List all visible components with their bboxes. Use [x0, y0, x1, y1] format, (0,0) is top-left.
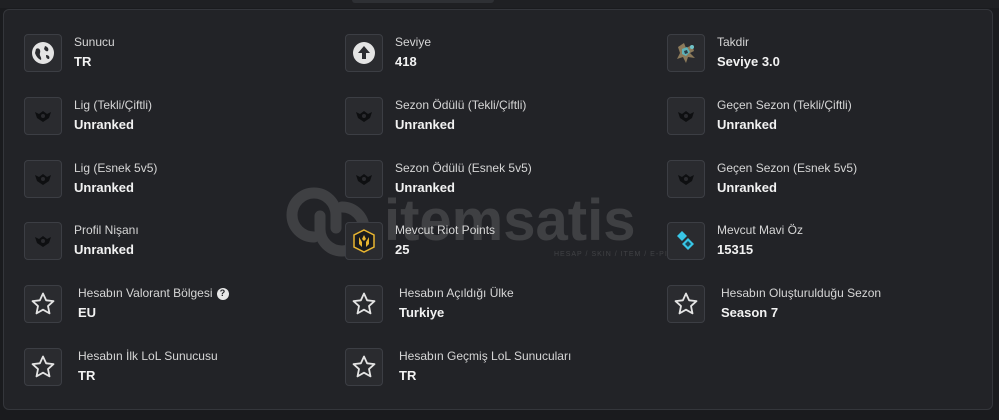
- field-profile-badge-icon-box: [24, 222, 62, 260]
- field-season-reward-solo-value: Unranked: [395, 117, 455, 132]
- field-server-icon-box: [24, 34, 62, 72]
- field-riot-points-icon-box: [345, 222, 383, 260]
- field-honor: Takdir Seviye 3.0: [667, 33, 780, 73]
- field-past-servers-icon-box: [345, 348, 383, 386]
- field-season-reward-solo-label: Sezon Ödülü (Tekli/Çiftli): [395, 98, 527, 112]
- field-valorant-region-icon-box: [24, 285, 62, 323]
- field-country-label: Hesabın Açıldığı Ülke: [399, 286, 514, 300]
- unranked-emblem-icon: [35, 111, 51, 122]
- field-last-season-solo-label: Geçen Sezon (Tekli/Çiftli): [717, 98, 852, 112]
- field-server: Sunucu TR: [24, 33, 115, 73]
- field-season-reward-flex: Sezon Ödülü (Esnek 5v5) Unranked: [345, 159, 532, 199]
- field-past-servers-label: Hesabın Geçmiş LoL Sunucuları: [399, 349, 572, 363]
- help-icon[interactable]: ?: [216, 287, 229, 300]
- field-season-reward-flex-label: Sezon Ödülü (Esnek 5v5): [395, 161, 532, 175]
- field-last-season-solo-icon-box: [667, 97, 705, 135]
- field-league-solo-value: Unranked: [74, 117, 134, 132]
- field-past-servers: Hesabın Geçmiş LoL Sunucuları TR: [345, 347, 571, 387]
- field-server-label: Sunucu: [74, 35, 115, 49]
- field-valorant-region: Hesabın Valorant Bölgesi ? EU: [24, 284, 229, 324]
- field-blue-essence-icon-box: [667, 222, 705, 260]
- field-season-reward-solo-icon-box: [345, 97, 383, 135]
- field-league-flex-label: Lig (Esnek 5v5): [74, 161, 158, 175]
- unranked-emblem-icon: [356, 111, 372, 122]
- globe-icon: [32, 42, 54, 64]
- account-details-panel: itemsatis HESAP / SKIN / ITEM / E-PIN .c…: [3, 9, 993, 410]
- blue-essence-icon: [677, 231, 694, 250]
- field-last-season-flex-icon-box: [667, 160, 705, 198]
- top-tab-indicator: [352, 0, 494, 3]
- field-created-season-icon-box: [667, 285, 705, 323]
- field-league-flex-value: Unranked: [74, 180, 134, 195]
- field-profile-badge-label: Profil Nişanı: [74, 223, 139, 237]
- field-level: Seviye 418: [345, 33, 431, 73]
- field-riot-points-label: Mevcut Riot Points: [395, 223, 496, 237]
- field-created-season: Hesabın Oluşturulduğu Sezon Season 7: [667, 284, 881, 324]
- field-profile-badge: Profil Nişanı Unranked: [24, 221, 139, 261]
- field-level-value: 418: [395, 54, 417, 69]
- unranked-emblem-icon: [678, 174, 694, 185]
- unranked-emblem-icon: [356, 174, 372, 185]
- field-season-reward-solo: Sezon Ödülü (Tekli/Çiftli) Unranked: [345, 96, 526, 136]
- star-icon: [674, 292, 698, 315]
- field-first-server: Hesabın İlk LoL Sunucusu TR: [24, 347, 218, 387]
- unranked-emblem-icon: [678, 111, 694, 122]
- unranked-emblem-icon: [35, 236, 51, 247]
- field-league-solo-icon-box: [24, 97, 62, 135]
- field-past-servers-value: TR: [399, 368, 417, 383]
- field-league-flex-icon-box: [24, 160, 62, 198]
- star-icon: [31, 292, 55, 315]
- field-level-label: Seviye: [395, 35, 432, 49]
- honor-emblem-icon: [677, 43, 695, 63]
- field-honor-value: Seviye 3.0: [717, 54, 780, 69]
- field-league-solo: Lig (Tekli/Çiftli) Unranked: [24, 96, 152, 136]
- arrow-up-icon: [353, 42, 375, 64]
- field-last-season-flex-value: Unranked: [717, 180, 777, 195]
- field-last-season-solo: Geçen Sezon (Tekli/Çiftli) Unranked: [667, 96, 852, 136]
- field-season-reward-flex-icon-box: [345, 160, 383, 198]
- field-last-season-flex: Geçen Sezon (Esnek 5v5) Unranked: [667, 159, 857, 199]
- field-created-season-value: Season 7: [721, 305, 779, 320]
- unranked-emblem-icon: [35, 174, 51, 185]
- field-blue-essence-value: 15315: [717, 242, 754, 257]
- field-server-value: TR: [74, 54, 92, 69]
- riot-points-icon: [353, 229, 375, 253]
- field-honor-label: Takdir: [717, 35, 750, 49]
- field-riot-points: Mevcut Riot Points 25: [345, 221, 495, 261]
- field-country: Hesabın Açıldığı Ülke Turkiye: [345, 284, 514, 324]
- field-honor-icon-box: [667, 34, 705, 72]
- field-league-solo-label: Lig (Tekli/Çiftli): [74, 98, 153, 112]
- field-season-reward-flex-value: Unranked: [395, 180, 455, 195]
- field-level-icon-box: [345, 34, 383, 72]
- star-icon: [352, 355, 376, 378]
- top-strip: [0, 0, 999, 8]
- field-first-server-value: TR: [78, 368, 96, 383]
- field-last-season-flex-label: Geçen Sezon (Esnek 5v5): [717, 161, 858, 175]
- star-icon: [31, 355, 55, 378]
- field-first-server-icon-box: [24, 348, 62, 386]
- field-valorant-region-label-row: Hesabın Valorant Bölgesi ?: [78, 286, 229, 301]
- field-profile-badge-value: Unranked: [74, 242, 134, 257]
- field-created-season-label: Hesabın Oluşturulduğu Sezon: [721, 286, 882, 300]
- field-valorant-region-label: Hesabın Valorant Bölgesi: [78, 286, 213, 300]
- field-last-season-solo-value: Unranked: [717, 117, 777, 132]
- star-icon: [352, 292, 376, 315]
- field-league-flex: Lig (Esnek 5v5) Unranked: [24, 159, 157, 199]
- field-valorant-region-value: EU: [78, 305, 97, 320]
- field-country-icon-box: [345, 285, 383, 323]
- field-blue-essence: Mevcut Mavi Öz 15315: [667, 221, 803, 261]
- field-blue-essence-label: Mevcut Mavi Öz: [717, 223, 804, 237]
- field-first-server-label: Hesabın İlk LoL Sunucusu: [78, 349, 218, 363]
- field-riot-points-value: 25: [395, 242, 410, 257]
- field-country-value: Turkiye: [399, 305, 445, 320]
